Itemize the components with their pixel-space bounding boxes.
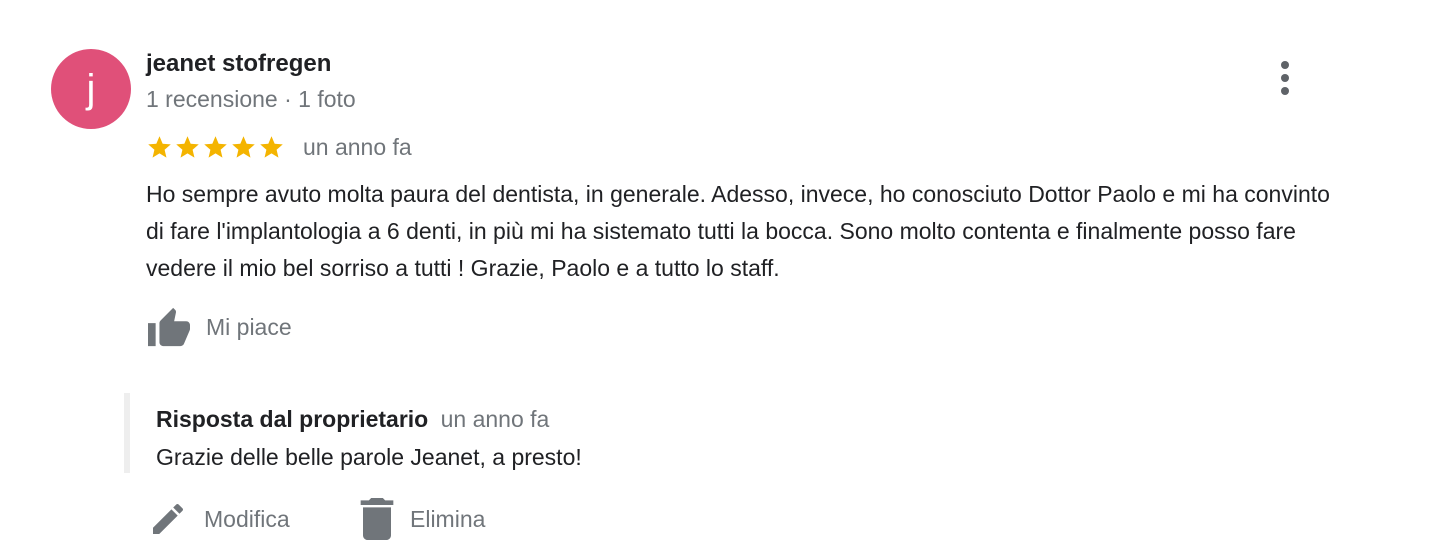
pencil-icon [153, 503, 184, 534]
more-vert-icon-dot [1281, 74, 1289, 82]
review-text: Ho sempre avuto molta paura del dentista… [146, 181, 1330, 281]
star-icon [232, 135, 255, 158]
delete-reply-button[interactable]: Elimina [360, 494, 485, 544]
reply-date: un anno fa [440, 406, 550, 432]
more-vert-icon-dot [1281, 87, 1289, 95]
edit-label: Modifica [204, 505, 290, 532]
rating-row: un anno fa [146, 132, 412, 162]
more-options-button[interactable] [1268, 58, 1302, 100]
author-name[interactable]: jeanet stofregen [146, 50, 331, 78]
author-meta: 1 recensione · 1 foto [146, 86, 356, 112]
delete-label: Elimina [410, 505, 486, 532]
thumb-up-icon [148, 307, 190, 347]
reply-text: Grazie delle belle parole Jeanet, a pres… [156, 444, 582, 470]
trash-icon [360, 498, 394, 540]
owner-reply: Risposta dal proprietario un anno fa Gra… [124, 393, 1230, 473]
reply-title: Risposta dal proprietario [156, 406, 429, 432]
more-vert-icon-dot [1281, 61, 1289, 69]
avatar[interactable]: j [51, 49, 131, 129]
star-icon [148, 135, 171, 158]
like-button[interactable]: Mi piace [146, 305, 292, 349]
star-icon [260, 135, 283, 158]
star-rating [146, 134, 285, 161]
review-date: un anno fa [303, 133, 412, 160]
star-icon [176, 135, 199, 158]
edit-reply-button[interactable]: Modifica [148, 494, 290, 544]
star-icon [204, 135, 227, 158]
reply-header: Risposta dal proprietario un anno fa [156, 406, 549, 433]
like-label: Mi piace [206, 313, 292, 340]
